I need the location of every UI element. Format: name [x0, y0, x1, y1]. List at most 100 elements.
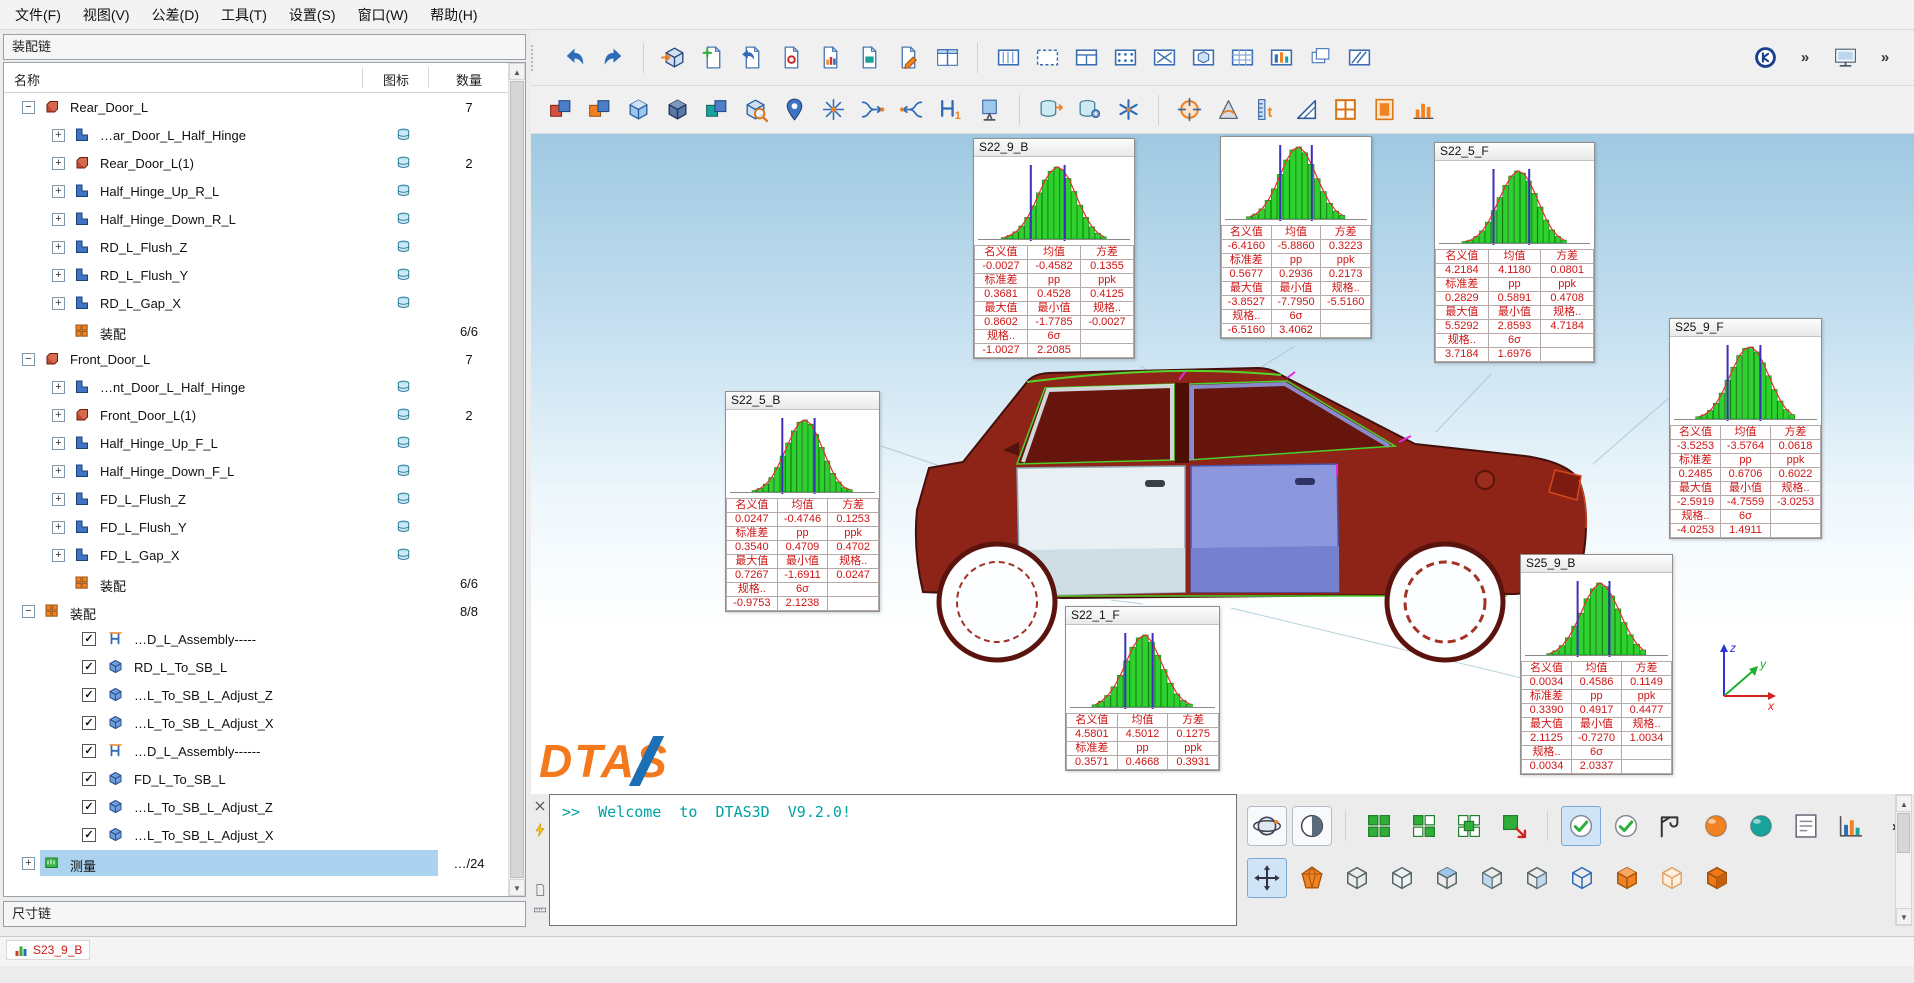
menu-item[interactable]: 工具(T): [210, 1, 278, 29]
tree-item[interactable]: +FD_L_Gap_X: [4, 541, 508, 569]
monitor-icon[interactable]: [1828, 41, 1862, 75]
checkbox-checked[interactable]: ✓: [82, 688, 96, 702]
menu-item[interactable]: 窗口(W): [347, 1, 420, 29]
doc-view-icon[interactable]: [852, 41, 886, 75]
tree-item-label[interactable]: RD_L_Flush_Z: [100, 240, 187, 255]
cube-solid-icon[interactable]: [1607, 858, 1647, 898]
hist-panel-S25_9_B[interactable]: S25_9_B名义值均值方差0.00340.45860.1149标准差ppppk…: [1520, 554, 1673, 775]
locate-pin-icon[interactable]: [777, 93, 811, 127]
tree-item[interactable]: ✓…D_L_Assembly-----: [4, 625, 508, 653]
grid-green3-icon[interactable]: [1449, 806, 1489, 846]
panel-grid-icon[interactable]: [1225, 41, 1259, 75]
tree-item-label[interactable]: 装配: [100, 576, 126, 595]
checkbox-checked[interactable]: ✓: [82, 744, 96, 758]
cube-search-icon[interactable]: [738, 93, 772, 127]
ruler-small-icon[interactable]: [532, 902, 548, 918]
panel-dots-icon[interactable]: [1108, 41, 1142, 75]
tree-item[interactable]: + Half_Hinge_Up_F_L: [4, 429, 508, 457]
media-circle-icon[interactable]: [1748, 41, 1782, 75]
cube-wire2-icon[interactable]: [1382, 858, 1422, 898]
menu-item[interactable]: 设置(S): [278, 1, 347, 29]
collapse-toggle[interactable]: −: [22, 101, 35, 114]
menu-item[interactable]: 公差(D): [141, 1, 210, 29]
expand-toggle[interactable]: +: [22, 857, 35, 870]
tree-item-label[interactable]: FD_L_Flush_Z: [100, 492, 186, 507]
fixture-box-icon[interactable]: [972, 93, 1006, 127]
tree-item-label[interactable]: …D_L_Assembly-----: [134, 632, 256, 647]
note-panel-icon[interactable]: [1786, 806, 1826, 846]
sphere-orange-icon[interactable]: [1696, 806, 1736, 846]
expand-toggle[interactable]: +: [52, 157, 65, 170]
sphere-teal-icon[interactable]: [1741, 806, 1781, 846]
statusbar-measurement-item[interactable]: S23_9_B: [6, 940, 90, 960]
expand-toggle[interactable]: +: [52, 437, 65, 450]
dof-asterisk-icon[interactable]: [1111, 93, 1145, 127]
assembly-stack3-icon[interactable]: [699, 93, 733, 127]
panel-hex-icon[interactable]: [1186, 41, 1220, 75]
grid-green1-icon[interactable]: [1359, 806, 1399, 846]
tree-item-label[interactable]: RD_L_Flush_Y: [100, 268, 188, 283]
cube-wire3-icon[interactable]: [1427, 858, 1467, 898]
measure-check2-icon[interactable]: [1606, 806, 1646, 846]
tree-item-label[interactable]: …D_L_Assembly------: [134, 744, 260, 759]
hist-panel-title[interactable]: S25_9_F: [1670, 319, 1821, 337]
collapse-toggle[interactable]: −: [22, 353, 35, 366]
tree-item[interactable]: +Half_Hinge_Down_F_L: [4, 457, 508, 485]
tree-item-label[interactable]: 装配: [100, 324, 126, 343]
overflow-chevron-icon[interactable]: »: [1788, 41, 1822, 75]
tree-item-label[interactable]: RD_L_Gap_X: [100, 296, 181, 311]
panel-table-icon[interactable]: [1069, 41, 1103, 75]
scroll-down-icon[interactable]: ▼: [1896, 908, 1912, 925]
tree-item-label[interactable]: …ar_Door_L_Half_Hinge: [100, 128, 246, 143]
doc-tolerance-icon[interactable]: [774, 41, 808, 75]
tree-item[interactable]: +FD_L_Flush_Z: [4, 485, 508, 513]
expand-toggle[interactable]: +: [52, 241, 65, 254]
panel-dashed-icon[interactable]: [1030, 41, 1064, 75]
tree-item-label[interactable]: 测量: [70, 856, 96, 875]
db-config-icon[interactable]: [1072, 93, 1106, 127]
tree-item-label[interactable]: …L_To_SB_L_Adjust_X: [134, 716, 273, 731]
tree-item-label[interactable]: Half_Hinge_Up_F_L: [100, 436, 218, 451]
checkbox-checked[interactable]: ✓: [82, 716, 96, 730]
hist-panel-title[interactable]: S22_5_F: [1435, 143, 1594, 161]
panel-cross-icon[interactable]: [1147, 41, 1181, 75]
tree-item[interactable]: 装配6/6: [4, 569, 508, 597]
tree-item[interactable]: −Front_Door_L7: [4, 345, 508, 373]
assembly-stack1-icon[interactable]: [543, 93, 577, 127]
expand-toggle[interactable]: +: [52, 185, 65, 198]
expand-toggle[interactable]: +: [52, 129, 65, 142]
panel-orange-icon[interactable]: [1367, 93, 1401, 127]
tree-item-label[interactable]: …L_To_SB_L_Adjust_Z: [134, 800, 273, 815]
tree-item-label[interactable]: FD_L_Flush_Y: [100, 520, 187, 535]
tree-item[interactable]: ✓…L_To_SB_L_Adjust_Z: [4, 681, 508, 709]
hist-panel-title[interactable]: S22_9_B: [974, 139, 1134, 157]
merge-flow-icon[interactable]: [855, 93, 889, 127]
tree-item[interactable]: +Front_Door_L(1)2: [4, 401, 508, 429]
grid-orange-icon[interactable]: [1328, 93, 1362, 127]
tree-item[interactable]: +Half_Hinge_Down_R_L: [4, 205, 508, 233]
menu-item[interactable]: 视图(V): [72, 1, 141, 29]
hist-panel-S22_5_B[interactable]: S22_5_B名义值均值方差0.0247-0.47460.1253标准差pppp…: [725, 391, 880, 612]
histogram-icon[interactable]: [1406, 93, 1440, 127]
hist-panel-title[interactable]: S22_1_F: [1066, 607, 1219, 625]
expand-toggle[interactable]: +: [52, 297, 65, 310]
hist-panel-S25_9_F[interactable]: S25_9_F名义值均值方差-3.5253-3.57640.0618标准差ppp…: [1669, 318, 1822, 539]
hist-panel-title[interactable]: S25_9_B: [1521, 555, 1672, 573]
orbit-view-icon[interactable]: [1247, 806, 1287, 846]
tree-item[interactable]: ✓…L_To_SB_L_Adjust_Z: [4, 793, 508, 821]
tree-item[interactable]: +Rear_Door_L(1)2: [4, 149, 508, 177]
expand-toggle[interactable]: +: [52, 465, 65, 478]
tree-item[interactable]: ✓ …D_L_Assembly------: [4, 737, 508, 765]
tree-item-label[interactable]: Rear_Door_L: [70, 100, 148, 115]
checkbox-checked[interactable]: ✓: [82, 660, 96, 674]
new-doc-icon[interactable]: [696, 41, 730, 75]
revert-doc-icon[interactable]: [735, 41, 769, 75]
tree-item[interactable]: +测量…/24: [4, 849, 508, 877]
doc-edit-icon[interactable]: [891, 41, 925, 75]
tree-item[interactable]: +RD_L_Flush_Y: [4, 261, 508, 289]
tree-item-label[interactable]: RD_L_To_SB_L: [134, 660, 227, 675]
expand-toggle[interactable]: +: [52, 521, 65, 534]
menu-item[interactable]: 文件(F): [4, 1, 72, 29]
import-model-icon[interactable]: [657, 41, 691, 75]
overflow-chevron-icon[interactable]: »: [1868, 41, 1902, 75]
